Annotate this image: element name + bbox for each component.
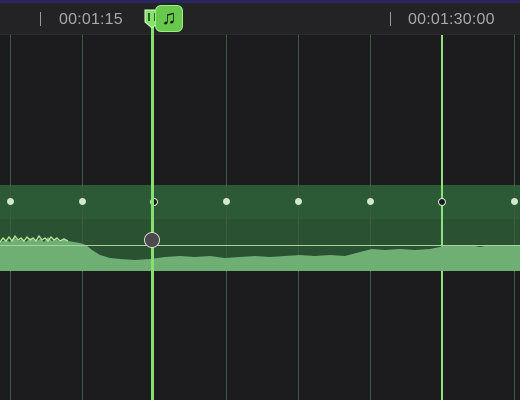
music-note-icon[interactable]: ♫: [155, 5, 183, 32]
grid-line: [370, 35, 371, 400]
grid-line: [10, 35, 11, 400]
ruler-tick: [40, 12, 41, 26]
marker-glyph: ♫: [161, 7, 177, 29]
ruler-tick: [390, 12, 391, 26]
keyframe-dot[interactable]: [511, 198, 518, 205]
timecode-label: 00:01:15: [59, 11, 123, 28]
grid-line: [514, 35, 515, 400]
playhead-line[interactable]: [151, 10, 154, 400]
grid-line: [226, 35, 227, 400]
timeline: 00:01:15 00:01:30:00 ♫: [0, 0, 520, 400]
keyframe-dot[interactable]: [79, 198, 86, 205]
keyframe-dot-selected[interactable]: [438, 198, 446, 206]
keyframe-dot[interactable]: [367, 198, 374, 205]
volume-level-line[interactable]: [0, 245, 520, 246]
volume-handle[interactable]: [144, 232, 160, 248]
keyframe-dot[interactable]: [223, 198, 230, 205]
audio-waveform: [0, 234, 520, 271]
grid-line-highlight: [441, 35, 443, 400]
grid-line: [298, 35, 299, 400]
timecode-label: 00:01:30:00: [408, 11, 495, 28]
keyframe-dot[interactable]: [295, 198, 302, 205]
keyframe-dot[interactable]: [7, 198, 14, 205]
grid-line: [82, 35, 83, 400]
timeline-ruler[interactable]: 00:01:15 00:01:30:00: [0, 3, 520, 35]
